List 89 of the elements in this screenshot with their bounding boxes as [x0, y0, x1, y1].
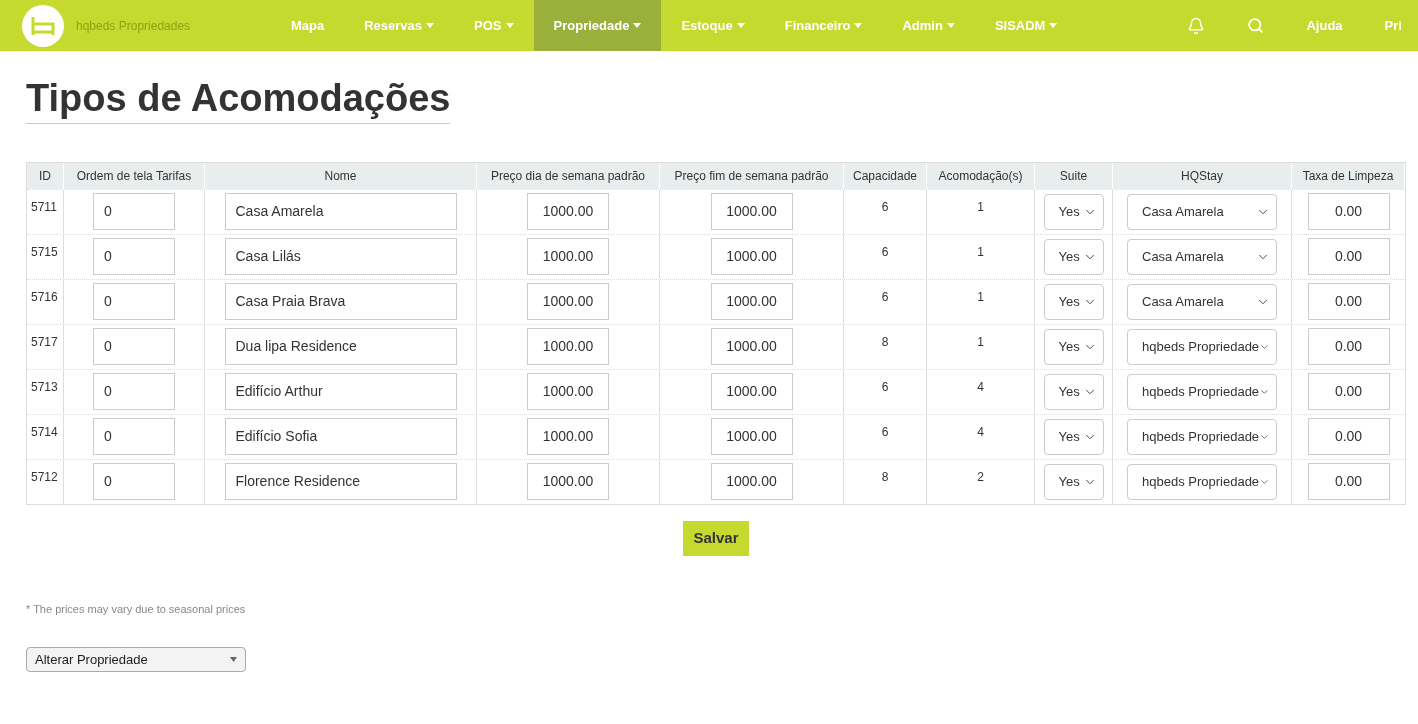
name-input[interactable]: Florence Residence [224, 463, 457, 501]
table-cell-text: 4 [977, 423, 984, 441]
table-cell: 5715 [31, 244, 58, 259]
suite-select[interactable]: Yes [1043, 463, 1104, 500]
table-cell-text: 8 [881, 468, 889, 486]
column-header: Preço fim de semana padrão [660, 162, 844, 189]
cleaning-fee-input[interactable]: 0.00 [1307, 328, 1390, 366]
table-cell: 5717 [31, 334, 58, 349]
suite-select[interactable]: Yes [1043, 283, 1104, 320]
cleaning-fee-input[interactable]: 0.00 [1307, 238, 1390, 276]
column-header: Capacidade [844, 162, 927, 189]
name-input[interactable]: Dua lipa Residence [224, 328, 457, 366]
cleaning-fee-input[interactable]: 0.00 [1307, 418, 1390, 456]
price-input[interactable]: 1000.00 [527, 238, 609, 276]
table-cell-text: 1 [977, 198, 984, 216]
notification-bell-icon[interactable] [1187, 16, 1206, 35]
order-input[interactable]: 0 [93, 328, 175, 366]
price-note: * The prices may vary due to seasonal prices [26, 601, 247, 617]
order-input[interactable]: 0 [93, 373, 175, 411]
page-title: Tipos de Acomodações [26, 77, 451, 124]
hqstay-select[interactable]: Casa Amarela [1127, 238, 1277, 275]
suite-select[interactable]: Yes [1043, 373, 1104, 410]
logo-icon [22, 4, 64, 47]
order-input[interactable]: 0 [93, 193, 175, 231]
suite-select[interactable]: Yes [1043, 418, 1104, 455]
price-input[interactable]: 1000.00 [710, 373, 793, 411]
column-header: Taxa de Limpeza [1292, 162, 1405, 189]
hqstay-select[interactable]: Casa Amarela [1127, 193, 1277, 230]
cleaning-fee-input[interactable]: 0.00 [1307, 193, 1390, 231]
price-input[interactable]: 1000.00 [527, 373, 609, 411]
table-cell: 5711 [31, 199, 57, 214]
order-input[interactable]: 0 [93, 238, 175, 276]
table-cell-text: 8 [881, 333, 889, 351]
table-cell-text: 6 [881, 378, 889, 396]
name-input[interactable]: Casa Praia Brava [224, 283, 457, 321]
hqstay-select[interactable]: hqbeds Propriedade [1127, 418, 1277, 455]
table-cell-text: 6 [881, 288, 889, 306]
suite-select[interactable]: Yes [1043, 328, 1104, 365]
cleaning-fee-input[interactable]: 0.00 [1307, 373, 1390, 411]
table-cell-text: 6 [881, 198, 889, 216]
column-header: Acomodação(s) [927, 162, 1035, 189]
brand-name: hqbeds Propriedades [76, 17, 192, 35]
table-cell-text: 1 [977, 333, 984, 351]
save-button[interactable]: Salvar [683, 520, 749, 556]
price-input[interactable]: 1000.00 [527, 328, 609, 366]
column-header: ID [27, 162, 64, 189]
suite-select[interactable]: Yes [1043, 238, 1104, 275]
column-header: Preço dia de semana padrão [477, 162, 660, 189]
table-cell-text: 4 [977, 378, 984, 396]
price-input[interactable]: 1000.00 [527, 463, 609, 501]
name-input[interactable]: Edifício Arthur [224, 373, 457, 411]
property-select[interactable]: Alterar Propriedade [26, 647, 246, 673]
name-input[interactable]: Casa Amarela [224, 193, 457, 231]
table-cell-text: 6 [881, 243, 889, 261]
suite-select[interactable]: Yes [1043, 193, 1104, 230]
search-icon[interactable] [1247, 17, 1265, 34]
table-cell-text: 2 [977, 468, 984, 486]
price-input[interactable]: 1000.00 [527, 283, 609, 321]
hqstay-select[interactable]: hqbeds Propriedade [1127, 463, 1277, 500]
table-cell: 5713 [31, 379, 58, 394]
column-header: Ordem de tela Tarifas [64, 162, 205, 189]
price-input[interactable]: 1000.00 [527, 193, 609, 231]
order-input[interactable]: 0 [93, 283, 175, 321]
table-cell-text: 1 [977, 288, 984, 306]
table-cell: 5716 [31, 289, 58, 304]
table-cell: 5714 [31, 424, 58, 439]
order-input[interactable]: 0 [93, 418, 175, 456]
cleaning-fee-input[interactable]: 0.00 [1307, 463, 1390, 501]
price-input[interactable]: 1000.00 [710, 328, 793, 366]
price-input[interactable]: 1000.00 [710, 463, 793, 501]
name-input[interactable]: Edifício Sofia [224, 418, 457, 456]
order-input[interactable]: 0 [93, 463, 175, 501]
hqstay-select[interactable]: Casa Amarela [1127, 283, 1277, 320]
caret-icon [230, 657, 237, 663]
price-input[interactable]: 1000.00 [710, 238, 793, 276]
name-input[interactable]: Casa Lilás [224, 238, 457, 276]
hqstay-select[interactable]: hqbeds Propriedade [1127, 328, 1277, 365]
price-input[interactable]: 1000.00 [710, 193, 793, 231]
hqstay-select[interactable]: hqbeds Propriedade [1127, 373, 1277, 410]
table-cell-text: 1 [977, 243, 984, 261]
column-header: Nome [205, 162, 477, 189]
column-header: HQStay [1113, 162, 1292, 189]
table-cell: 5712 [31, 469, 58, 484]
price-input[interactable]: 1000.00 [710, 283, 793, 321]
cleaning-fee-input[interactable]: 0.00 [1307, 283, 1390, 321]
price-input[interactable]: 1000.00 [710, 418, 793, 456]
price-input[interactable]: 1000.00 [527, 418, 609, 456]
table-cell-text: 6 [881, 423, 889, 441]
column-header: Suite [1035, 162, 1113, 189]
